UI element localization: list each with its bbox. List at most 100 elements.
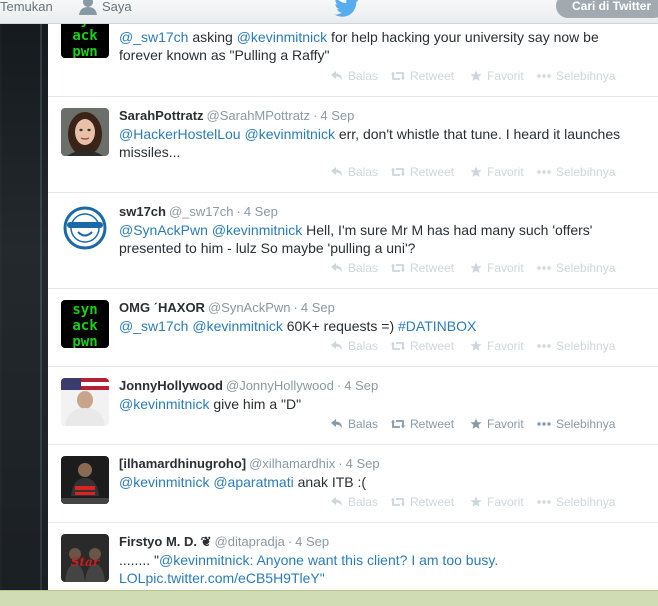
more-dots-icon [537, 170, 551, 174]
reply-icon [331, 497, 342, 506]
tweet-text: @_sw17ch @kevinmitnick 60K+ requests =) … [119, 317, 639, 335]
tweet-timestamp[interactable]: 4 Sep [301, 300, 335, 315]
retweet-button[interactable]: Retweet [391, 164, 454, 180]
favorite-button[interactable]: Favorit [470, 494, 524, 510]
bottom-status-strip [0, 590, 658, 606]
avatar[interactable]: Star [61, 534, 109, 582]
more-label: Selebihnya [556, 339, 616, 353]
tweet-text: @kevinmitnick @aparatmati anak ITB :( [119, 473, 639, 491]
tweet-fullname[interactable]: Firstyo M. D. ❦ [119, 534, 212, 549]
reply-button[interactable]: Balas [331, 260, 378, 276]
tweet-username[interactable]: @SynAckPwn [208, 300, 291, 315]
retweet-button[interactable]: Retweet [391, 68, 454, 84]
star-icon [470, 262, 482, 273]
quoted-text: " [319, 570, 325, 586]
tweet-fullname[interactable]: OMG ˊHAXOR [119, 300, 205, 315]
tweet-username[interactable]: @ditapradja [215, 534, 285, 549]
tweet-item[interactable]: syn ack pwn @_sw17ch asking @kevinmitnic… [48, 24, 658, 97]
tweet-timestamp[interactable]: 4 Sep [320, 108, 354, 123]
retweet-label: Retweet [410, 417, 455, 431]
more-button[interactable]: Selebihnya [537, 164, 615, 180]
more-button[interactable]: Selebihnya [537, 260, 615, 276]
separator-dot: · [338, 456, 343, 471]
favorite-button[interactable]: Favorit [470, 68, 524, 84]
tweet-fullname[interactable]: [ilhamardhinugroho] [119, 456, 246, 471]
avatar[interactable]: syn ack pwn [61, 300, 109, 348]
more-dots-icon [537, 500, 551, 504]
mention-link[interactable]: @kevinmitnick [159, 552, 249, 568]
twitter-bird-icon[interactable] [334, 0, 360, 18]
mention-link[interactable]: @_sw17ch [119, 318, 188, 334]
mention-link[interactable]: @_sw17ch [119, 29, 188, 45]
mention-link[interactable]: @kevinmitnick [237, 29, 327, 45]
synackpwn-logo-icon: syn ack pwn [61, 24, 109, 58]
mention-link[interactable]: @kevinmitnick [119, 474, 209, 490]
retweet-icon [391, 341, 405, 351]
tweet-timestamp[interactable]: 4 Sep [244, 204, 278, 219]
nav-me-label: Saya [102, 0, 132, 14]
retweet-button[interactable]: Retweet [391, 260, 454, 276]
tweet-username[interactable]: @_sw17ch [169, 204, 234, 219]
tweet-fullname[interactable]: JonnyHollywood [119, 378, 223, 393]
more-button[interactable]: Selebihnya [537, 416, 615, 432]
woman-portrait-icon [61, 108, 109, 156]
favorite-button[interactable]: Favorit [470, 164, 524, 180]
tweet-username[interactable]: @xilhamardhix [249, 456, 335, 471]
reply-button[interactable]: Balas [331, 164, 378, 180]
media-link[interactable]: pic.twitter.com/eCB5H9TleY [145, 570, 319, 586]
favorite-button[interactable]: Favorit [470, 260, 524, 276]
tweet-timestamp[interactable]: 4 Sep [346, 456, 380, 471]
nav-find-link[interactable]: Temukan [0, 0, 53, 20]
retweet-button[interactable]: Retweet [391, 338, 454, 354]
tweet-username[interactable]: @SarahMPottratz [207, 108, 311, 123]
reply-button[interactable]: Balas [331, 68, 378, 84]
retweet-button[interactable]: Retweet [391, 416, 454, 432]
tweet-item[interactable]: [ilhamardhinugroho] @xilhamardhix · 4 Sep @… [48, 445, 658, 523]
avatar[interactable] [61, 456, 109, 504]
mention-link[interactable]: @aparatmati [213, 474, 293, 490]
mention-link[interactable]: @kevinmitnick [192, 318, 282, 334]
flag-portrait-icon [61, 378, 109, 426]
tweet-stream: syn ack pwn @_sw17ch asking @kevinmitnic… [48, 24, 658, 590]
reply-button[interactable]: Balas [331, 416, 378, 432]
tweet-timestamp[interactable]: 4 Sep [295, 534, 329, 549]
retweet-label: Retweet [410, 69, 455, 83]
favorite-button[interactable]: Favorit [470, 338, 524, 354]
hashtag-link[interactable]: #DATINBOX [398, 318, 476, 334]
more-button[interactable]: Selebihnya [537, 338, 615, 354]
tweet-username[interactable]: @JonnyHollywood [226, 378, 334, 393]
top-navigation-bar: Temukan Saya Cari di Twitter [0, 0, 658, 24]
nav-me-link[interactable]: Saya [78, 0, 132, 20]
avatar[interactable] [61, 204, 109, 252]
mention-link[interactable]: @kevinmitnick [212, 222, 302, 238]
mention-link[interactable]: @kevinmitnick [245, 126, 335, 142]
tweet-item[interactable]: sw17ch @_sw17ch · 4 Sep @SynAckPwn @kevinmi… [48, 193, 658, 289]
tweet-header: SarahPottratz @SarahMPottratz · 4 Sep [119, 108, 354, 124]
tweet-fullname[interactable]: SarahPottratz [119, 108, 204, 123]
avatar[interactable]: syn ack pwn [61, 24, 109, 58]
mention-link[interactable]: @HackerHostelLou [119, 126, 241, 142]
more-button[interactable]: Selebihnya [537, 68, 615, 84]
tweet-text: ........ "@kevinmitnick: Anyone want thi… [119, 551, 639, 587]
tweet-item[interactable]: Star Firstyo M. D. ❦ @ditapradja · 4 Sep ..… [48, 523, 658, 590]
tweet-fullname[interactable]: sw17ch [119, 204, 166, 219]
favorite-label: Favorit [487, 339, 524, 353]
favorite-button[interactable]: Favorit [470, 416, 524, 432]
tweet-item[interactable]: JonnyHollywood @JonnyHollywood · 4 Sep @kev… [48, 367, 658, 445]
tweet-header: Firstyo M. D. ❦ @ditapradja · 4 Sep [119, 534, 329, 550]
synackpwn-logo-icon: syn ack pwn [61, 300, 109, 348]
more-label: Selebihnya [556, 261, 616, 275]
reply-button[interactable]: Balas [331, 338, 378, 354]
separator-dot: · [293, 300, 298, 315]
search-twitter-button[interactable]: Cari di Twitter [556, 0, 658, 18]
tweet-item[interactable]: SarahPottratz @SarahMPottratz · 4 Sep @Hack… [48, 97, 658, 193]
mention-link[interactable]: @kevinmitnick [119, 396, 209, 412]
tweet-timestamp[interactable]: 4 Sep [344, 378, 378, 393]
retweet-button[interactable]: Retweet [391, 494, 454, 510]
avatar[interactable] [61, 378, 109, 426]
reply-button[interactable]: Balas [331, 494, 378, 510]
tweet-item[interactable]: syn ack pwn OMG ˊHAXOR @SynAckPwn · 4 Sep @… [48, 289, 658, 367]
avatar[interactable] [61, 108, 109, 156]
more-button[interactable]: Selebihnya [537, 494, 615, 510]
mention-link[interactable]: @SynAckPwn [119, 222, 208, 238]
